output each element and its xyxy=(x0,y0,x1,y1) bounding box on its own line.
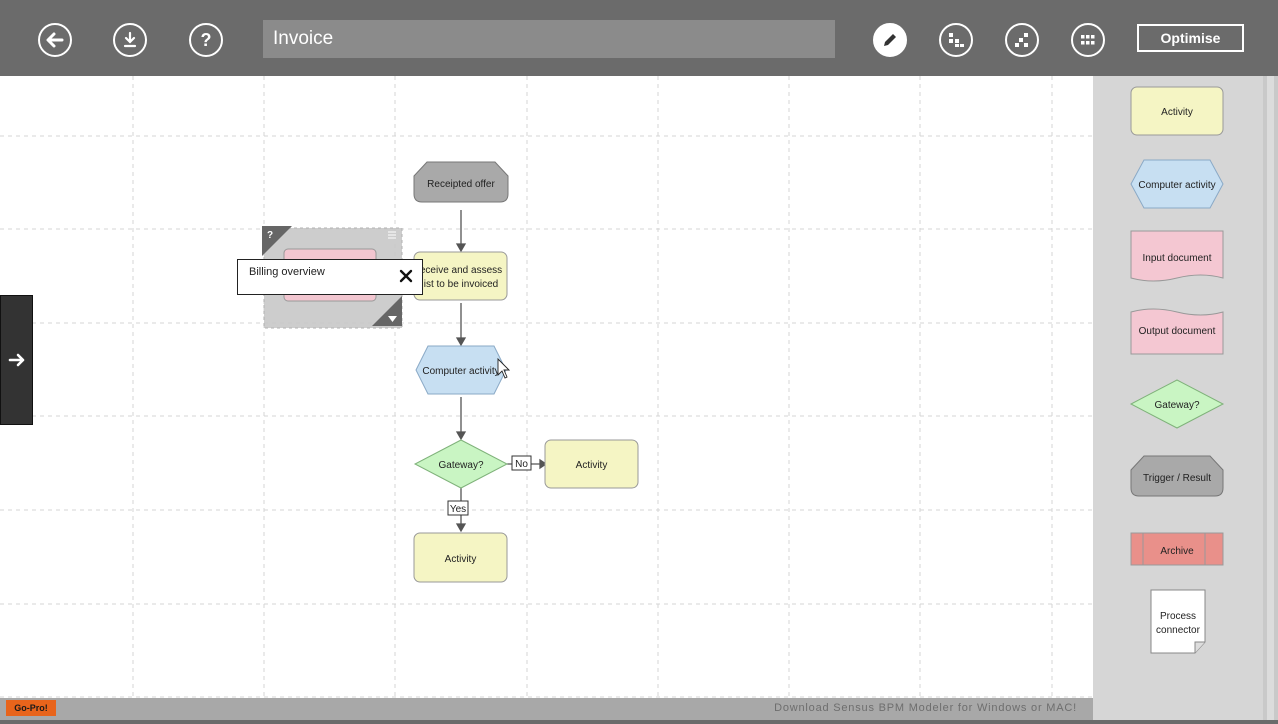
expand-panel-button[interactable] xyxy=(0,295,33,425)
branch-label-yes[interactable]: Yes xyxy=(447,500,469,516)
edit-mode-button[interactable] xyxy=(873,23,907,57)
svg-text:?: ? xyxy=(267,230,273,241)
computer-activity-label: Computer activity xyxy=(422,366,499,377)
palette-item-computer-activity[interactable]: Computer activity xyxy=(1130,159,1224,209)
layout-tree-button[interactable] xyxy=(939,23,973,57)
gateway-label: Gateway? xyxy=(438,460,483,471)
palette-item-process-connector-line2: connector xyxy=(1156,625,1201,636)
shape-palette: Activity Computer activity Input documen… xyxy=(1093,76,1263,720)
palette-item-process-connector[interactable]: Process connector xyxy=(1150,589,1206,654)
download-icon xyxy=(123,31,137,48)
palette-item-output-document-label: Output document xyxy=(1139,326,1216,337)
palette-item-activity[interactable]: Activity xyxy=(1130,86,1224,136)
activity-receive-assess[interactable]: eceive and assess ist to be invoiced xyxy=(413,251,508,301)
start-event-label: Receipted offer xyxy=(427,179,495,190)
branch-label-no[interactable]: No xyxy=(511,455,532,471)
arrow-right-icon xyxy=(8,353,24,367)
palette-item-archive-label: Archive xyxy=(1160,546,1194,557)
palette-item-input-document-label: Input document xyxy=(1143,253,1212,264)
palette-item-computer-activity-label: Computer activity xyxy=(1138,180,1215,191)
canvas-grid xyxy=(0,76,1093,698)
palette-item-archive[interactable]: Archive xyxy=(1130,532,1224,566)
activity-receive-assess-line1: eceive and assess xyxy=(420,265,502,276)
layout-flow-button[interactable] xyxy=(1005,23,1039,57)
top-toolbar: ? Invoice Optimise xyxy=(0,0,1278,76)
help-button[interactable]: ? xyxy=(189,23,223,57)
palette-item-trigger-result[interactable]: Trigger / Result xyxy=(1130,455,1224,497)
palette-svg: Activity Computer activity Input documen… xyxy=(1129,86,1225,654)
question-icon: ? xyxy=(201,30,212,50)
palette-item-gateway-label: Gateway? xyxy=(1154,400,1199,411)
gateway-node[interactable]: Gateway? xyxy=(413,439,509,489)
pencil-icon xyxy=(884,34,896,46)
palette-item-activity-label: Activity xyxy=(1161,107,1193,118)
grid-view-button[interactable] xyxy=(1071,23,1105,57)
activity-bottom-node[interactable]: Activity xyxy=(413,532,508,583)
grid-icon xyxy=(1081,35,1095,45)
arrow-left-icon xyxy=(46,32,64,48)
palette-item-process-connector-line1: Process xyxy=(1160,611,1196,622)
back-button[interactable] xyxy=(38,23,72,57)
diagram-svg: ? Receipted offer eceive and assess ist … xyxy=(0,76,1093,698)
download-promo-link[interactable]: Download Sensus BPM Modeler for Windows … xyxy=(774,702,1077,714)
palette-item-trigger-result-label: Trigger / Result xyxy=(1143,473,1211,484)
process-title-input[interactable]: Invoice xyxy=(263,20,835,58)
activity-right-node[interactable]: Activity xyxy=(544,439,639,489)
download-button[interactable] xyxy=(113,23,147,57)
svg-text:?: ? xyxy=(201,30,212,50)
branch-label-yes-text: Yes xyxy=(450,504,466,515)
element-name-popup[interactable]: Billing overview xyxy=(237,259,423,295)
palette-item-gateway[interactable]: Gateway? xyxy=(1129,379,1225,429)
palette-item-output-document[interactable]: Output document xyxy=(1130,308,1224,355)
computer-activity-node[interactable]: Computer activity xyxy=(415,345,507,395)
palette-scrollbar-thumb[interactable] xyxy=(1267,76,1274,720)
element-name-text[interactable]: Billing overview xyxy=(249,266,325,278)
palette-scrollbar[interactable] xyxy=(1263,76,1278,720)
diagram-canvas[interactable]: ? Receipted offer eceive and assess ist … xyxy=(0,76,1093,698)
palette-item-input-document[interactable]: Input document xyxy=(1130,230,1224,282)
optimise-button[interactable]: Optimise xyxy=(1137,24,1244,52)
close-icon[interactable] xyxy=(396,266,416,286)
hierarchy-icon xyxy=(949,33,964,47)
activity-receive-assess-line2: ist to be invoiced xyxy=(424,279,499,290)
start-event-receipted-offer[interactable]: Receipted offer xyxy=(413,161,509,203)
flow-icon xyxy=(1015,33,1028,47)
go-pro-button[interactable]: Go-Pro! xyxy=(6,700,56,716)
activity-right-label: Activity xyxy=(576,460,608,471)
activity-bottom-label: Activity xyxy=(445,554,477,565)
bottom-status-bar: Go-Pro! Download Sensus BPM Modeler for … xyxy=(0,698,1093,720)
branch-label-no-text: No xyxy=(515,459,528,470)
